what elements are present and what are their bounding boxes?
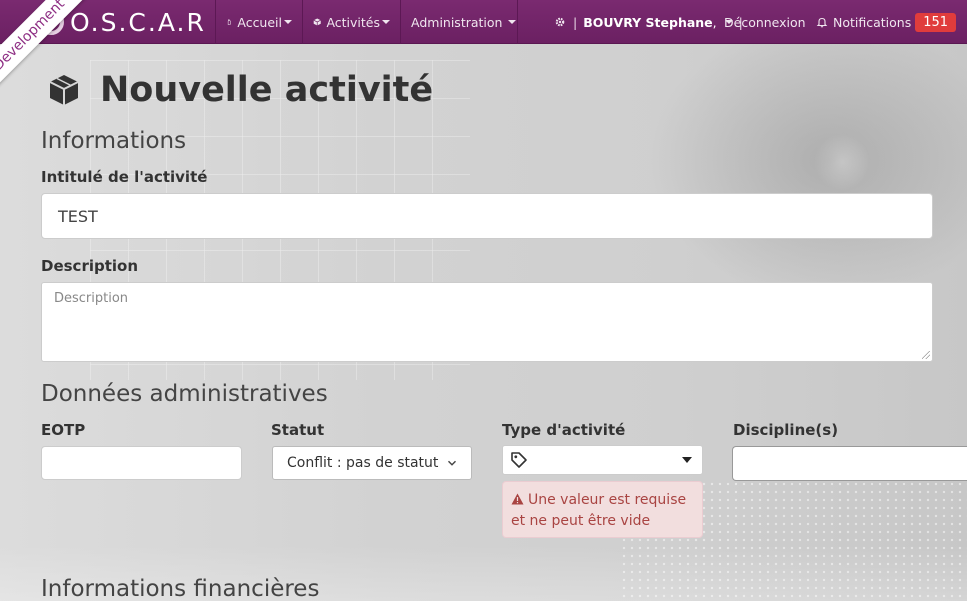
notifications-count-badge: 151 (915, 12, 957, 32)
warning-icon (511, 493, 524, 505)
main-content: Nouvelle activité Informations Intitulé … (0, 44, 967, 601)
notifications-button[interactable]: Notifications 151 (806, 0, 967, 44)
intitule-input-value: TEST (58, 206, 98, 226)
logout-link[interactable]: Déconnexion (714, 0, 816, 44)
page-title: Nouvelle activité (46, 70, 433, 110)
tag-icon (511, 452, 527, 468)
type-activite-error-text: Une valeur est requise et ne peut être v… (511, 492, 687, 529)
top-navbar: O.S.C.A.R Accueil Activités Administrati… (0, 0, 967, 44)
nav-menu-label: Activités (326, 14, 380, 30)
type-activite-label: Type d'activité (502, 421, 626, 439)
logout-label: Déconnexion (724, 14, 806, 30)
caret-down-icon (508, 20, 517, 24)
resize-handle[interactable] (922, 351, 930, 359)
separator-bar: | (573, 14, 578, 30)
caret-down-icon (382, 20, 390, 24)
environment-ribbon-text: Development (0, 0, 90, 90)
nav-menu-accueil[interactable]: Accueil (216, 0, 302, 44)
intitule-label: Intitulé de l'activité (41, 168, 208, 186)
nav-menu-label: Administration (411, 14, 503, 30)
eotp-input[interactable] (41, 446, 242, 480)
hand-icon (227, 19, 232, 25)
gear-icon (555, 17, 565, 27)
page-title-text: Nouvelle activité (100, 70, 434, 110)
description-label: Description (41, 257, 139, 275)
type-activite-select[interactable] (502, 445, 703, 475)
environment-ribbon: Development (0, 0, 90, 90)
description-placeholder: Description (54, 291, 129, 306)
discipline-input[interactable] (732, 446, 967, 481)
brand-name: O.S.C.A.R (70, 7, 206, 37)
statut-select-value: Conflit : pas de statut (287, 455, 439, 471)
nav-menu-administration[interactable]: Administration (401, 0, 517, 44)
section-financial-heading: Informations financières (41, 576, 320, 601)
description-textarea[interactable]: Description (41, 282, 933, 362)
nav-divider (517, 0, 518, 44)
statut-select[interactable]: Conflit : pas de statut (272, 446, 472, 480)
discipline-label: Discipline(s) (733, 421, 839, 439)
intitule-input[interactable]: TEST (41, 193, 933, 239)
bell-icon (816, 17, 828, 28)
type-activite-error-alert: Une valeur est requise et ne peut être v… (502, 481, 703, 538)
caret-down-icon (682, 457, 692, 463)
section-informations-heading: Informations (41, 128, 187, 154)
caret-down-icon (284, 20, 292, 24)
statut-label: Statut (271, 421, 325, 439)
chevron-down-icon (447, 460, 457, 466)
cube-icon (313, 18, 321, 26)
section-admin-heading: Données administratives (41, 381, 328, 407)
user-name: BOUVRY Stephane (583, 14, 713, 30)
notifications-label: Notifications (833, 14, 912, 30)
nav-menu-activites[interactable]: Activités (303, 0, 400, 44)
eotp-label: EOTP (41, 421, 86, 439)
nav-menu-label: Accueil (237, 14, 282, 30)
